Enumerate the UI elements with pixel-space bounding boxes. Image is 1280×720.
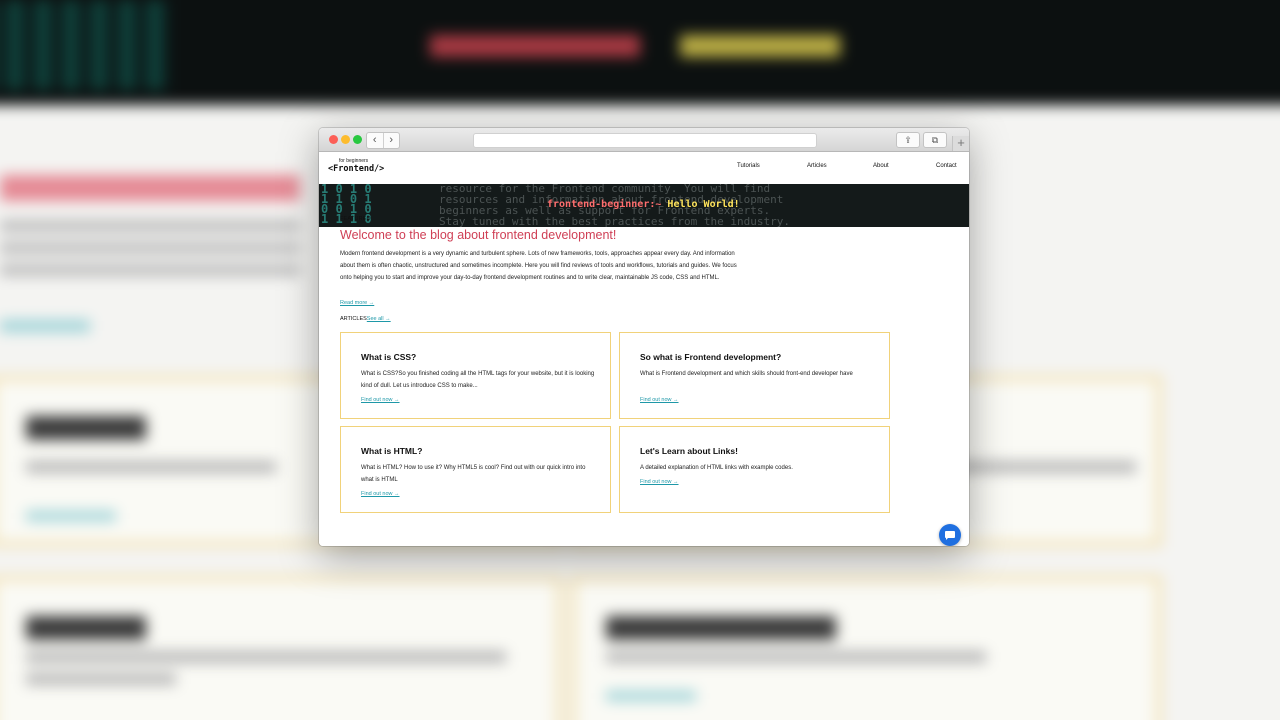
article-title[interactable]: What is CSS? [361,352,416,362]
share-icon[interactable]: ⇪ [896,132,920,148]
tabs-overview-icon[interactable]: ⧉ [923,132,947,148]
article-card[interactable]: What is CSS? What is CSS?So you finished… [340,332,611,419]
article-description: What is CSS?So you finished coding all t… [361,371,595,389]
featured-label: FEATURED [340,216,371,222]
chat-bubble-icon[interactable] [939,524,961,546]
featured-title[interactable]: Welcome to the blog about frontend devel… [340,228,616,242]
article-card[interactable]: So what is Frontend development? What is… [619,332,890,419]
site-header: for beginners <Frontend/> Tutorials Arti… [319,152,969,184]
forward-arrow-icon[interactable]: › [382,133,400,148]
hero-banner: 1 0 1 0 1 1 0 1 0 0 1 0 1 1 1 0 resource… [319,184,969,227]
browser-toolbar: ‹ › ⇪ ⧉ + [319,128,969,152]
zoom-window-button[interactable] [353,135,362,144]
nav-articles[interactable]: Articles [807,163,827,169]
find-out-link[interactable]: Find out now → [361,397,400,403]
close-window-button[interactable] [329,135,338,144]
article-card[interactable]: What is HTML? What is HTML? How to use i… [340,426,611,513]
terminal-prompt: frontend-beginner:~ Hello World! [547,199,740,210]
article-title[interactable]: Let's Learn about Links! [640,446,738,456]
logo-text: <Frontend/> [328,164,385,174]
read-more-link[interactable]: Read more → [340,300,374,306]
articles-label: ARTICLES [340,316,367,322]
address-bar[interactable] [473,133,817,148]
article-description: What is Frontend development and which s… [640,371,853,377]
find-out-link[interactable]: Find out now → [640,479,679,485]
browser-window: ‹ › ⇪ ⧉ + for beginners <Frontend/> Tuto… [319,128,969,546]
article-card[interactable]: Let's Learn about Links! A detailed expl… [619,426,890,513]
prompt-path: frontend-beginner:~ [547,199,662,210]
prompt-message: Hello World! [667,199,740,210]
back-arrow-icon[interactable]: ‹ [367,133,383,148]
nav-about[interactable]: About [873,163,889,169]
article-description: What is HTML? How to use it? Why HTML5 i… [361,465,586,483]
article-description: A detailed explanation of HTML links wit… [640,465,793,471]
featured-intro: Modern frontend development is a very dy… [340,251,737,281]
see-all-link[interactable]: See all → [367,316,391,322]
find-out-link[interactable]: Find out now → [640,397,679,403]
article-title[interactable]: So what is Frontend development? [640,352,781,362]
articles-heading: ARTICLESSee all → [340,316,391,322]
find-out-link[interactable]: Find out now → [361,491,400,497]
history-nav: ‹ › [366,132,400,149]
new-tab-icon[interactable]: + [952,136,969,151]
nav-contact[interactable]: Contact [936,163,957,169]
minimize-window-button[interactable] [341,135,350,144]
article-title[interactable]: What is HTML? [361,446,422,456]
web-page: for beginners <Frontend/> Tutorials Arti… [319,152,969,546]
nav-tutorials[interactable]: Tutorials [737,163,760,169]
